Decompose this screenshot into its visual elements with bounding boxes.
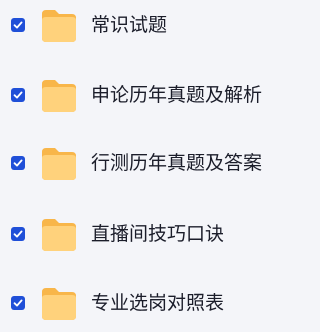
check-icon [13, 91, 23, 99]
folder-list: 常识试题 申论历年真题及解析 行测历年真题及答案 直播间技巧口诀 专业选岗对照表 [0, 0, 268, 332]
list-item[interactable]: 专业选岗对照表 [0, 281, 268, 325]
folder-name: 直播间技巧口诀 [91, 223, 225, 245]
checkbox-checked[interactable] [11, 18, 25, 32]
list-item[interactable]: 直播间技巧口诀 [0, 212, 268, 256]
checkbox-checked[interactable] [11, 296, 25, 310]
folder-icon [40, 75, 78, 115]
folder-name: 专业选岗对照表 [91, 292, 225, 314]
check-icon [13, 21, 23, 29]
list-item[interactable]: 常识试题 [0, 3, 268, 47]
checkbox-checked[interactable] [11, 156, 25, 170]
folder-icon [40, 5, 78, 45]
list-item[interactable]: 申论历年真题及解析 [0, 73, 268, 117]
folder-icon [40, 143, 78, 183]
check-icon [13, 230, 23, 238]
check-icon [13, 299, 23, 307]
checkbox-checked[interactable] [11, 227, 25, 241]
folder-name: 行测历年真题及答案 [91, 152, 263, 174]
check-icon [13, 159, 23, 167]
folder-name: 常识试题 [91, 14, 168, 36]
list-item[interactable]: 行测历年真题及答案 [0, 141, 268, 185]
checkbox-checked[interactable] [11, 88, 25, 102]
folder-icon [40, 283, 78, 323]
folder-name: 申论历年真题及解析 [91, 84, 263, 106]
folder-icon [40, 214, 78, 254]
